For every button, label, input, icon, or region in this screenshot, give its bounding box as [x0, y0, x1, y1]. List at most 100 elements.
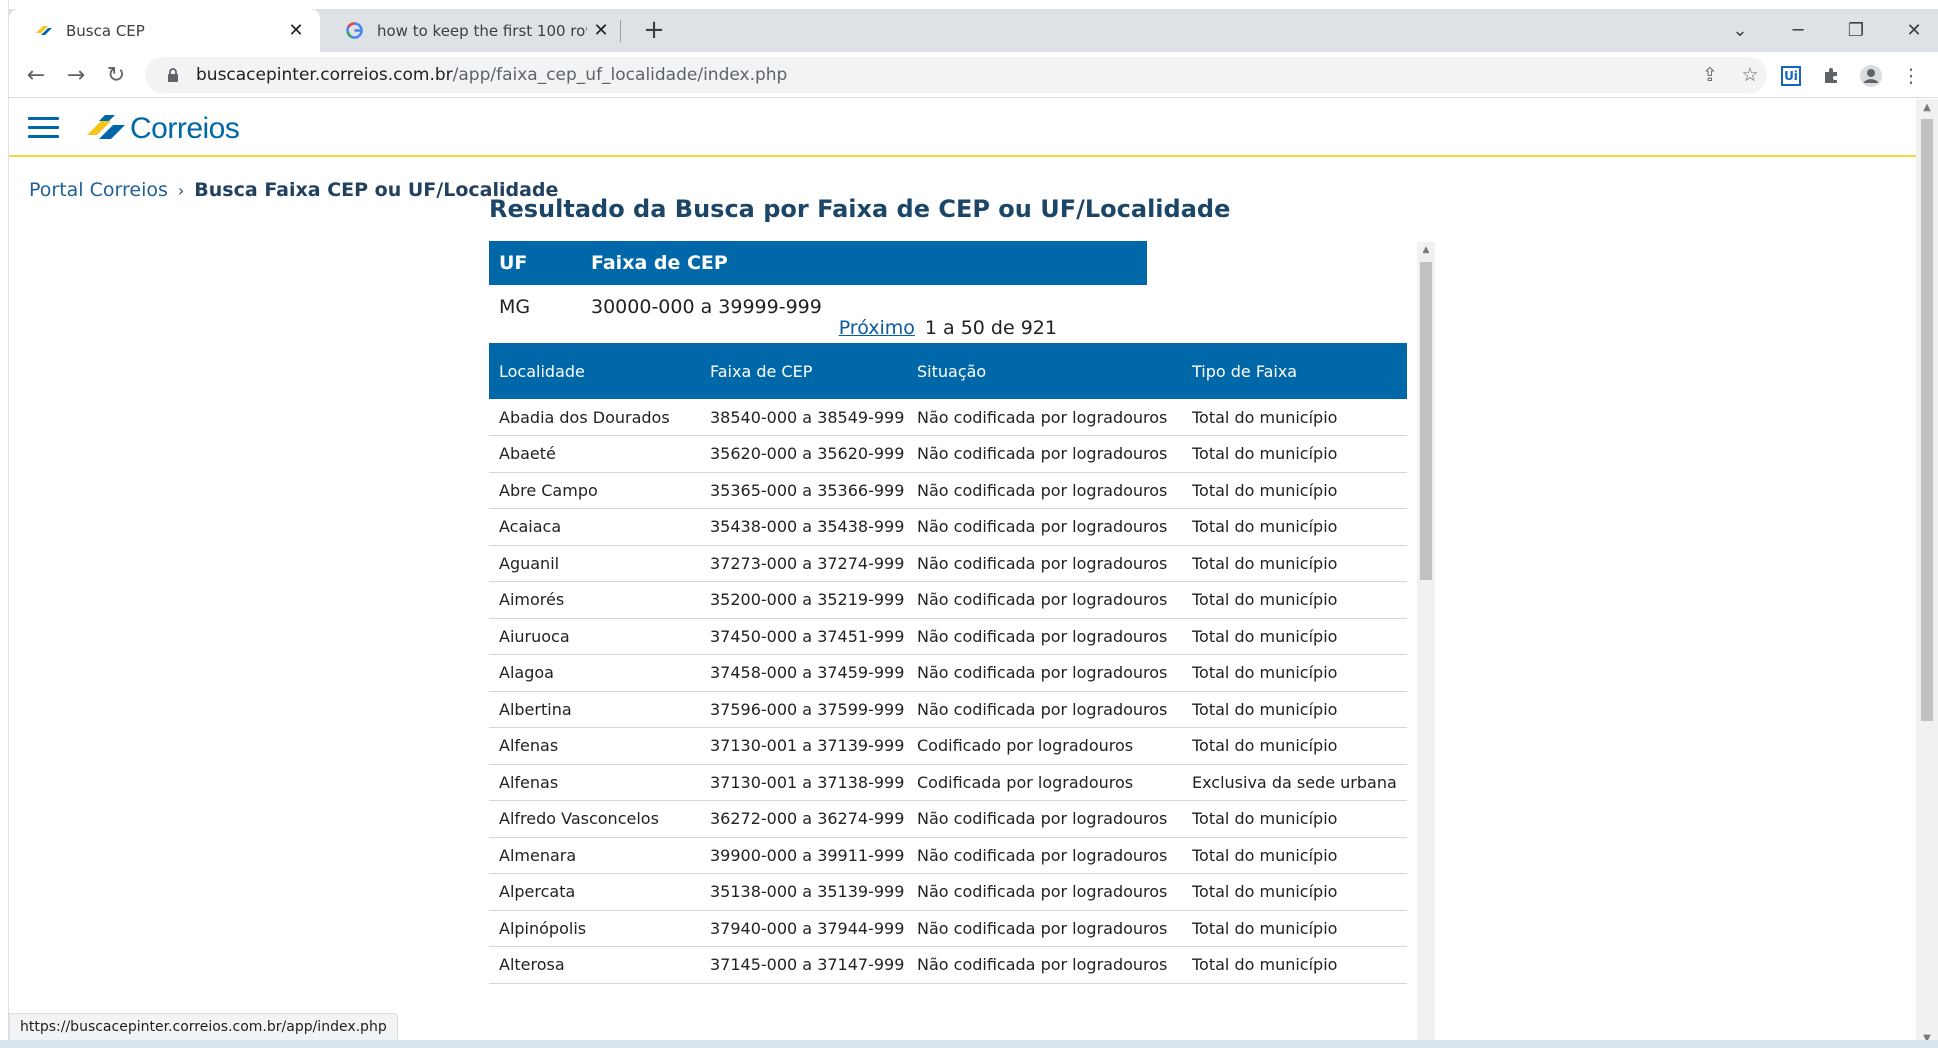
- cell-localidade: Aiuruoca: [489, 618, 700, 655]
- cell-faixa-cep: 39900-000 a 39911-999: [700, 837, 907, 874]
- restore-icon[interactable]: ❐: [1827, 9, 1885, 52]
- site-header: Correios: [9, 99, 1916, 157]
- table-row: Alfenas 37130-001 a 37139-999 Codificado p…: [489, 727, 1407, 765]
- cell-tipo-faixa: Total do município: [1182, 727, 1407, 765]
- close-tab-icon[interactable]: ✕: [282, 17, 310, 45]
- cell-situacao: Não codificada por logradouros: [907, 837, 1182, 874]
- browser-toolbar: ← → ↻ buscacepinter.correios.com.br/app/…: [9, 52, 1938, 98]
- page-scroll-up-arrow-icon[interactable]: ▲: [1916, 99, 1938, 117]
- uipath-extension-icon[interactable]: Ui: [1775, 60, 1807, 92]
- cell-situacao: Não codificada por logradouros: [907, 910, 1182, 947]
- cell-situacao: Não codificada por logradouros: [907, 508, 1182, 546]
- cell-situacao: Não codificada por logradouros: [907, 946, 1182, 984]
- hamburger-menu-icon[interactable]: [28, 117, 59, 139]
- cell-tipo-faixa: Total do município: [1182, 399, 1407, 436]
- table-row: Alpercata 35138-000 a 35139-999 Não codifi…: [489, 873, 1407, 911]
- cell-localidade: Aimorés: [489, 581, 700, 619]
- cell-situacao: Não codificada por logradouros: [907, 654, 1182, 692]
- table-row: Acaiaca 35438-000 a 35438-999 Não codifica…: [489, 508, 1407, 546]
- tab-busca-cep[interactable]: Busca CEP ✕: [9, 9, 320, 52]
- cell-tipo-faixa: Total do município: [1182, 654, 1407, 692]
- column-header-tipo-faixa: Tipo de Faixa: [1182, 343, 1407, 399]
- cell-tipo-faixa: Total do município: [1182, 618, 1407, 655]
- table-row: Alterosa 37145-000 a 37147-999 Não codific…: [489, 946, 1407, 984]
- cell-localidade: Acaiaca: [489, 508, 700, 546]
- cell-localidade: Alfenas: [489, 764, 700, 801]
- reload-icon[interactable]: ↻: [99, 58, 133, 92]
- close-tab-icon[interactable]: ✕: [587, 17, 615, 45]
- localidade-results-table: Localidade Faixa de CEP Situação Tipo de…: [489, 343, 1407, 984]
- cell-localidade: Abaeté: [489, 435, 700, 473]
- page-scrollbar-thumb[interactable]: [1921, 119, 1933, 721]
- correios-logo[interactable]: Correios: [85, 111, 240, 147]
- cell-faixa-cep: 36272-000 a 36274-999: [700, 800, 907, 838]
- window-frame: [0, 0, 9, 1048]
- next-page-link[interactable]: Próximo: [839, 317, 915, 339]
- table-header-row: Localidade Faixa de CEP Situação Tipo de…: [489, 343, 1407, 399]
- status-bar-url: https://buscacepinter.correios.com.br/ap…: [9, 1013, 398, 1041]
- page-range-text: 1 a 50 de 921: [924, 317, 1057, 339]
- uf-summary-table: UF Faixa de CEP MG 30000-000 a 39999-999: [489, 241, 1147, 329]
- profile-avatar-icon[interactable]: [1855, 60, 1887, 92]
- cell-tipo-faixa: Total do município: [1182, 873, 1407, 911]
- cell-localidade: Abre Campo: [489, 472, 700, 509]
- tab-strip: Busca CEP ✕ how to keep the first 100 ro…: [9, 9, 1938, 52]
- table-row: Abre Campo 35365-000 a 35366-999 Não codif…: [489, 472, 1407, 509]
- cell-localidade: Alterosa: [489, 946, 700, 984]
- cell-situacao: Codificado por logradouros: [907, 727, 1182, 765]
- tab-google-search[interactable]: how to keep the first 100 rows in ✕: [320, 9, 625, 52]
- cell-tipo-faixa: Total do município: [1182, 946, 1407, 984]
- cell-faixa-cep: 35365-000 a 35366-999: [700, 472, 907, 509]
- table-row: Albertina 37596-000 a 37599-999 Não codifi…: [489, 691, 1407, 728]
- pagination: Próximo 1 a 50 de 921: [489, 317, 1057, 339]
- cell-tipo-faixa: Total do município: [1182, 472, 1407, 509]
- menu-kebab-icon[interactable]: ⋮: [1895, 60, 1927, 92]
- tab-title: how to keep the first 100 rows in: [377, 21, 587, 40]
- page-scrollbar[interactable]: ▲ ▼: [1916, 99, 1938, 1048]
- logo-text: Correios: [130, 112, 240, 145]
- table-row: Abaeté 35620-000 a 35620-999 Não codificad…: [489, 435, 1407, 473]
- cell-localidade: Alfenas: [489, 727, 700, 765]
- cell-situacao: Não codificada por logradouros: [907, 800, 1182, 838]
- address-bar[interactable]: buscacepinter.correios.com.br/app/faixa_…: [145, 57, 1767, 93]
- cell-localidade: Alpercata: [489, 873, 700, 911]
- cell-situacao: Não codificada por logradouros: [907, 472, 1182, 509]
- range-column-header: Faixa de CEP: [581, 241, 1147, 285]
- minimize-icon[interactable]: ─: [1769, 9, 1827, 52]
- forward-arrow-icon[interactable]: →: [59, 58, 93, 92]
- lock-icon: [165, 67, 181, 83]
- cell-localidade: Alpinópolis: [489, 910, 700, 947]
- tab-title: Busca CEP: [66, 21, 145, 40]
- back-arrow-icon[interactable]: ←: [19, 58, 53, 92]
- cell-faixa-cep: 37450-000 a 37451-999: [700, 618, 907, 655]
- breadcrumb-separator-icon: ›: [177, 180, 185, 200]
- table-body: Abadia dos Dourados 38540-000 a 38549-999…: [489, 399, 1407, 984]
- cell-localidade: Alagoa: [489, 654, 700, 692]
- new-tab-icon[interactable]: +: [637, 13, 671, 47]
- google-favicon-icon: [345, 21, 364, 40]
- table-row: Alfredo Vasconcelos 36272-000 a 36274-999…: [489, 800, 1407, 838]
- table-row: Aimorés 35200-000 a 35219-999 Não codifica…: [489, 581, 1407, 619]
- cell-situacao: Não codificada por logradouros: [907, 545, 1182, 582]
- cell-localidade: Aguanil: [489, 545, 700, 582]
- cell-localidade: Almenara: [489, 837, 700, 874]
- tab-separator: [620, 20, 621, 42]
- cell-localidade: Abadia dos Dourados: [489, 399, 700, 436]
- correios-logo-mark-icon: [85, 113, 127, 145]
- cell-faixa-cep: 35438-000 a 35438-999: [700, 508, 907, 546]
- column-header-localidade: Localidade: [489, 343, 700, 399]
- breadcrumb-home-link[interactable]: Portal Correios: [29, 179, 168, 201]
- bookmark-star-icon[interactable]: ☆: [1735, 60, 1765, 90]
- cell-faixa-cep: 37596-000 a 37599-999: [700, 691, 907, 728]
- cell-tipo-faixa: Total do município: [1182, 837, 1407, 874]
- extensions-puzzle-icon[interactable]: [1815, 60, 1847, 92]
- correios-favicon-icon: [34, 21, 53, 40]
- cell-tipo-faixa: Total do município: [1182, 545, 1407, 582]
- tab-search-icon[interactable]: ⌄: [1711, 9, 1769, 52]
- share-icon[interactable]: ⇪: [1695, 60, 1725, 90]
- web-page: Correios Portal Correios › Busca Faixa C…: [9, 99, 1916, 1048]
- close-window-icon[interactable]: ✕: [1885, 9, 1938, 52]
- cell-tipo-faixa: Total do município: [1182, 435, 1407, 473]
- table-row: Aiuruoca 37450-000 a 37451-999 Não codific…: [489, 618, 1407, 655]
- column-header-situacao: Situação: [907, 343, 1182, 399]
